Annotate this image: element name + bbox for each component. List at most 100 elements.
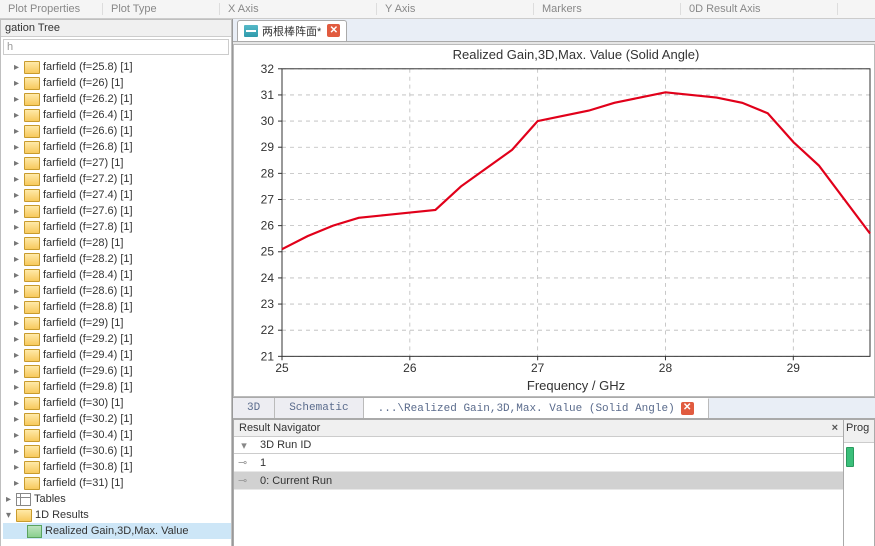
tree-item-farfield[interactable]: ▸ farfield (f=29.6) [1] xyxy=(3,363,231,379)
expander-icon[interactable]: ▸ xyxy=(11,222,22,233)
ribbon-group-plot-properties[interactable]: Plot Properties xyxy=(0,3,103,15)
tree-item-tables[interactable]: ▸Tables xyxy=(3,491,231,507)
expander-icon[interactable]: ▸ xyxy=(11,78,22,89)
tree-item-farfield[interactable]: ▸ farfield (f=26.2) [1] xyxy=(3,91,231,107)
expander-icon[interactable]: ▸ xyxy=(3,494,14,505)
tree-item-farfield[interactable]: ▸farfield (f=26.4) [1] xyxy=(3,107,231,123)
result-nav-row[interactable]: ⊸ 1 xyxy=(234,454,843,472)
tree-item-farfield[interactable]: ▸farfield (f=31) [1] xyxy=(3,475,231,491)
document-tab-strip: 两根棒阵面* ✕ xyxy=(233,19,875,42)
view-tab-strip: 3D Schematic ...\Realized Gain,3D,Max. V… xyxy=(233,397,875,418)
ribbon-group-plot-type[interactable]: Plot Type xyxy=(103,3,220,15)
expander-icon[interactable]: ▾ xyxy=(3,510,14,521)
tree-item-label: farfield (f=26.2) [1] xyxy=(43,93,133,105)
tree-item-farfield[interactable]: ▸farfield (f=29.4) [1] xyxy=(3,347,231,363)
expander-icon[interactable]: ▸ xyxy=(11,302,22,313)
tree-item-farfield[interactable]: ▸ farfield (f=30.2) [1] xyxy=(3,411,231,427)
expander-icon[interactable]: ▸ xyxy=(11,398,22,409)
filter-icon[interactable]: ▾ xyxy=(238,439,250,451)
tree-search-input[interactable]: h xyxy=(3,39,229,55)
tree-item-farfield[interactable]: ▸farfield (f=27) [1] xyxy=(3,155,231,171)
folder-icon xyxy=(24,205,40,218)
svg-text:30: 30 xyxy=(261,114,275,128)
close-icon[interactable]: ✕ xyxy=(327,24,340,37)
svg-text:21: 21 xyxy=(261,349,275,363)
expander-icon[interactable]: ▸ xyxy=(11,206,22,217)
expander-icon[interactable]: ▸ xyxy=(11,382,22,393)
expander-icon[interactable]: ▸ xyxy=(11,318,22,329)
tree-item-farfield[interactable]: ▸farfield (f=27.8) [1] xyxy=(3,219,231,235)
expander-icon[interactable]: ▸ xyxy=(11,174,22,185)
document-tab[interactable]: 两根棒阵面* ✕ xyxy=(237,20,347,41)
view-tab-result[interactable]: ...\Realized Gain,3D,Max. Value (Solid A… xyxy=(364,398,709,418)
tree-item-farfield[interactable]: ▸farfield (f=29) [1] xyxy=(3,315,231,331)
expander-icon[interactable]: ▸ xyxy=(11,238,22,249)
folder-icon xyxy=(24,317,40,330)
navigation-tree-panel: gation Tree h ▸farfield (f=25.8) [1]▸far… xyxy=(0,19,232,546)
expander-icon[interactable]: ▸ xyxy=(11,270,22,281)
tree-item-farfield[interactable]: ▸farfield (f=30) [1] xyxy=(3,395,231,411)
chart-tab-icon xyxy=(244,25,258,37)
expander-icon[interactable]: ▸ xyxy=(11,158,22,169)
expander-icon[interactable]: ▸ xyxy=(11,254,22,265)
tree-item-farfield[interactable]: ▸farfield (f=30.4) [1] xyxy=(3,427,231,443)
tree-item-realized-gain[interactable]: Realized Gain,3D,Max. Value xyxy=(3,523,231,539)
tree-item-farfield[interactable]: ▸farfield (f=27.4) [1] xyxy=(3,187,231,203)
tree-item-farfield[interactable]: ▸farfield (f=25.8) [1] xyxy=(3,59,231,75)
expander-icon[interactable]: ▸ xyxy=(11,334,22,345)
expander-icon[interactable]: ▸ xyxy=(11,126,22,137)
result-nav-row[interactable]: ⊸ 0: Current Run xyxy=(234,472,843,490)
result-navigator-main: Result Navigator × ▾ 3D Run ID ⊸ 1 ⊸ 0: … xyxy=(233,419,844,546)
tree-item-farfield[interactable]: ▸farfield (f=30.6) [1] xyxy=(3,443,231,459)
expander-icon[interactable]: ▸ xyxy=(11,142,22,153)
folder-icon xyxy=(24,173,40,186)
expander-icon[interactable]: ▸ xyxy=(11,110,22,121)
tree-item-farfield[interactable]: ▸farfield (f=29.8) [1] xyxy=(3,379,231,395)
expander-icon[interactable]: ▸ xyxy=(11,462,22,473)
expander-icon[interactable]: ▸ xyxy=(11,350,22,361)
expander-icon[interactable]: ▸ xyxy=(11,414,22,425)
result-navigator-column-header[interactable]: 3D Run ID xyxy=(260,439,311,451)
tree-item-1d-results[interactable]: ▾1D Results xyxy=(3,507,231,523)
tables-icon xyxy=(16,493,31,506)
ribbon-group-0d-result-axis[interactable]: 0D Result Axis xyxy=(681,3,838,15)
tree-item-farfield[interactable]: ▸farfield (f=28.6) [1] xyxy=(3,283,231,299)
tree-item-farfield[interactable]: ▸ farfield (f=26) [1] xyxy=(3,75,231,91)
close-icon[interactable]: × xyxy=(832,422,838,434)
expander-icon[interactable]: ▸ xyxy=(11,366,22,377)
result-nav-row-label: 0: Current Run xyxy=(260,475,332,487)
close-icon[interactable]: ✕ xyxy=(681,402,694,415)
expander-icon[interactable]: ▸ xyxy=(11,190,22,201)
svg-text:26: 26 xyxy=(403,361,417,375)
ribbon-group-markers[interactable]: Markers xyxy=(534,3,681,15)
expander-icon[interactable]: ▸ xyxy=(11,430,22,441)
ribbon-group-y-axis[interactable]: Y Axis xyxy=(377,3,534,15)
navigation-tree[interactable]: ▸farfield (f=25.8) [1] ▸ farfield (f=26) [… xyxy=(1,57,231,546)
folder-icon xyxy=(24,301,40,314)
tree-item-label: farfield (f=26) [1] xyxy=(43,77,123,89)
tree-item-farfield[interactable]: ▸farfield (f=28.4) [1] xyxy=(3,267,231,283)
chart-title: Realized Gain,3D,Max. Value (Solid Angle… xyxy=(453,47,700,62)
view-tab-schematic[interactable]: Schematic xyxy=(275,398,363,418)
tree-item-farfield[interactable]: ▸farfield (f=28.8) [1] xyxy=(3,299,231,315)
tree-item-farfield[interactable]: ▸farfield (f=26.8) [1] xyxy=(3,139,231,155)
tree-item-farfield[interactable]: ▸farfield (f=27.6) [1] xyxy=(3,203,231,219)
tree-item-farfield[interactable]: ▸farfield (f=28) [1] xyxy=(3,235,231,251)
expander-icon[interactable]: ▸ xyxy=(11,286,22,297)
expander-icon[interactable]: ▸ xyxy=(11,94,22,105)
ribbon-group-x-axis[interactable]: X Axis xyxy=(220,3,377,15)
tree-item-farfield[interactable]: ▸farfield (f=27.2) [1] xyxy=(3,171,231,187)
expander-icon[interactable]: ▸ xyxy=(11,62,22,73)
expander-icon[interactable]: ▸ xyxy=(11,446,22,457)
tree-item-farfield[interactable]: ▸farfield (f=29.2) [1] xyxy=(3,331,231,347)
tree-item-farfield[interactable]: ▸farfield (f=26.6) [1] xyxy=(3,123,231,139)
folder-icon xyxy=(24,269,40,282)
pin-icon[interactable]: ⊸ xyxy=(238,474,250,487)
expander-icon[interactable]: ▸ xyxy=(11,478,22,489)
tree-item-label: farfield (f=30.2) [1] xyxy=(43,413,133,425)
view-tab-3d[interactable]: 3D xyxy=(233,398,275,418)
pin-icon[interactable]: ⊸ xyxy=(238,456,250,469)
tree-item-farfield[interactable]: ▸farfield (f=28.2) [1] xyxy=(3,251,231,267)
tree-item-label: farfield (f=29.6) [1] xyxy=(43,365,133,377)
tree-item-farfield[interactable]: ▸farfield (f=30.8) [1] xyxy=(3,459,231,475)
